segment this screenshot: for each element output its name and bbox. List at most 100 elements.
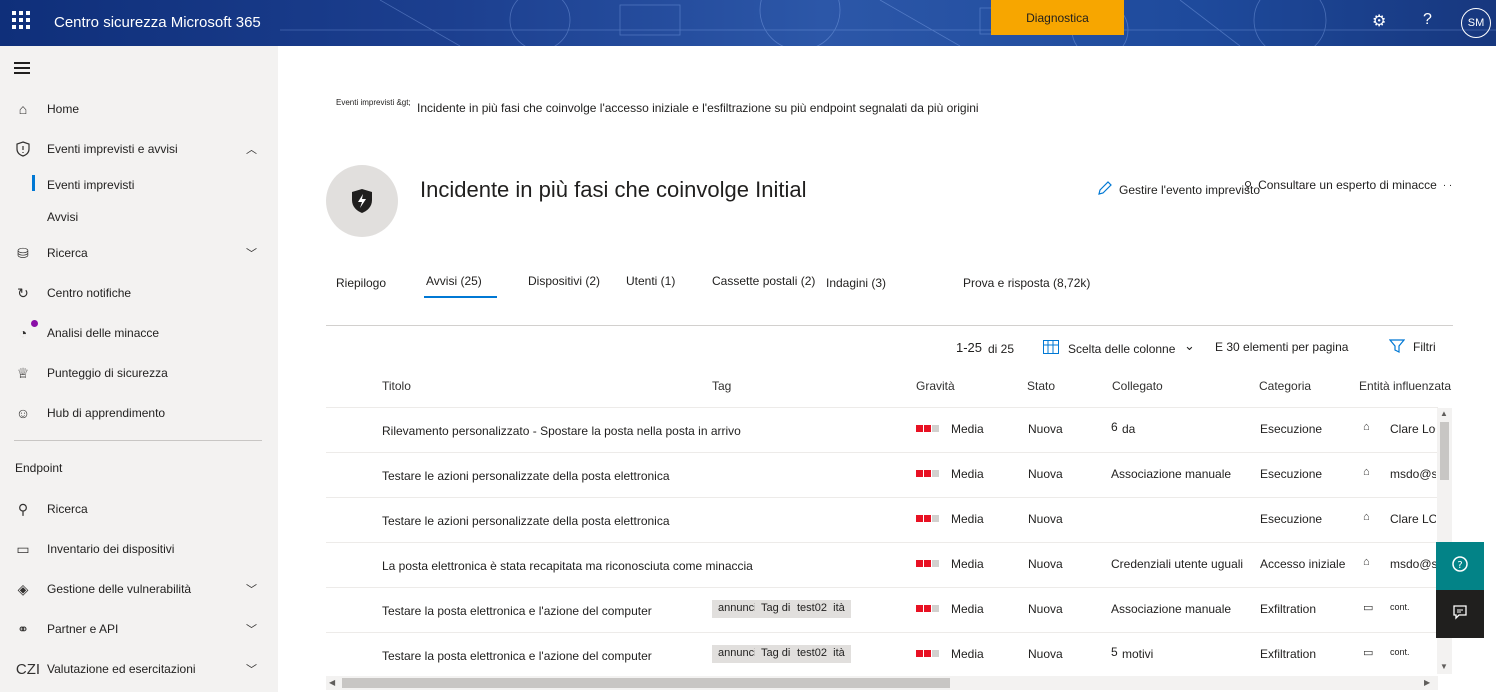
sidebar-item-incidents[interactable]: Eventi imprevisti [0,170,278,200]
incident-icon [326,165,398,237]
column-header-severity[interactable]: Gravità [916,379,955,393]
tab-evidence-response[interactable]: Prova e risposta (8,72k) [963,276,1090,290]
column-header-impacted-entity[interactable]: Entità influenzata [1359,379,1451,393]
sidebar-item-learning-hub[interactable]: ☺ Hub di apprendimento [0,398,278,428]
items-per-page-select[interactable]: E 30 elementi per pagina [1215,340,1348,354]
tab-active-underline [424,296,497,298]
column-header-linked[interactable]: Collegato [1112,379,1163,393]
sidebar-item-partners-api[interactable]: ⚭ Partner e API ﹀ [0,614,278,644]
tab-mailboxes[interactable]: Cassette postali (2) [712,274,815,288]
sidebar-item-alerts[interactable]: Avvisi [0,202,278,232]
sidebar-item-label: Eventi imprevisti [47,178,135,192]
diagnostics-button[interactable]: Diagnostica [991,0,1124,35]
help-icon[interactable]: ? [1423,11,1432,29]
manage-incident-button[interactable]: Gestire l'evento imprevisto [1097,180,1260,199]
mailbox-icon: ⌂ [1363,556,1370,568]
impacted-entity[interactable]: msdo@s [1390,467,1436,481]
tab-investigations[interactable]: Indagini (3) [826,276,886,290]
impacted-entity[interactable]: cont. [1390,647,1410,657]
app-launcher-icon[interactable] [12,11,30,29]
sidebar-item-home[interactable]: ⌂ Home [0,94,278,124]
alert-title[interactable]: Testare le azioni personalizzate della p… [382,514,670,528]
scroll-left-arrow-icon[interactable]: ◀ [329,678,335,687]
severity-indicator [916,470,939,477]
sidebar-item-endpoint-search[interactable]: ⚲ Ricerca [0,494,278,524]
more-icon[interactable]: · · [1443,180,1452,191]
sidebar-item-hunting[interactable]: ⛁ Ricerca ﹀ [0,238,278,268]
hunting-icon: ⛁ [17,244,29,261]
status-label: Nuova [1028,467,1063,481]
category-label: Esecuzione [1260,467,1323,481]
laptop-icon: ▭ [1363,647,1374,659]
choose-columns-icon[interactable] [1043,340,1059,357]
sidebar-item-action-center[interactable]: ↻ Centro notifiche [0,278,278,308]
sidebar-item-evaluation[interactable]: CZI Valutazione ed esercitazioni ﹀ [0,654,278,684]
sidebar-item-label: Valutazione ed esercitazioni [47,662,196,676]
laptop-icon: ▭ [16,540,30,557]
alert-title[interactable]: Testare le azioni personalizzate della p… [382,469,670,483]
sidebar-divider [14,440,262,441]
breadcrumb-parent[interactable]: Eventi imprevisti &gt; [336,98,411,107]
impacted-entity[interactable]: Clare LO' [1390,512,1436,526]
learning-hub-icon: ☺ [15,405,31,421]
hamburger-menu-icon[interactable] [14,62,30,77]
severity-indicator [916,425,939,432]
consult-expert-button[interactable]: ⚲ Consultare un esperto di minacce · · [1244,178,1452,192]
threat-analytics-icon: ◔ [18,325,28,341]
column-header-tags[interactable]: Tag [712,379,731,393]
user-avatar[interactable]: SM [1461,8,1491,38]
column-header-status[interactable]: Stato [1027,379,1055,393]
impacted-entity[interactable]: msdo@s [1390,557,1436,571]
filters-button[interactable]: Filtri [1413,340,1436,354]
sidebar-item-threat-analytics[interactable]: ◔ Analisi delle minacce [0,318,278,348]
status-label: Nuova [1028,602,1063,616]
chevron-down-icon[interactable]: ⌄ [1184,338,1195,354]
sidebar-item-label: Analisi delle minacce [47,326,160,340]
impacted-entity[interactable]: Clare Lo• [1390,422,1436,436]
tag-chip: test02 [791,645,833,663]
tab-alerts[interactable]: Avvisi (25) [426,274,482,288]
alert-title[interactable]: Rilevamento personalizzato - Spostare la… [382,424,741,438]
status-label: Nuova [1028,647,1063,661]
column-header-title[interactable]: Titolo [382,379,411,393]
evaluation-icon: CZI [15,660,41,678]
sidebar-item-secure-score[interactable]: ♕ Punteggio di sicurezza [0,358,278,388]
sidebar-item-label: Gestione delle vulnerabilità [47,582,192,596]
pagination-range: 1-25 [956,340,983,355]
floating-feedback-button[interactable] [1436,590,1484,638]
tab-summary[interactable]: Riepilogo [336,276,386,290]
sidebar-item-label: Ricerca [47,502,88,516]
alert-title[interactable]: La posta elettronica è stata recapitata … [382,559,753,573]
sidebar-item-device-inventory[interactable]: ▭ Inventario dei dispositivi [0,534,278,564]
status-label: Nuova [1028,422,1063,436]
search-icon: ⚲ [17,500,29,517]
settings-gear-icon[interactable]: ⚙ [1372,11,1386,31]
sidebar-item-label: Avvisi [47,210,79,224]
alert-title[interactable]: Testare la posta elettronica e l'azione … [382,604,652,618]
row-separator [326,587,1438,588]
severity-label: Media [951,422,984,436]
sidebar-item-incidents-alerts[interactable]: Eventi imprevisti e avvisi ︿ [0,134,278,164]
column-header-category[interactable]: Categoria [1259,379,1311,393]
sidebar-item-label: Eventi imprevisti e avvisi [47,142,178,156]
sidebar-item-label: Punteggio di sicurezza [47,366,168,380]
impacted-entity[interactable]: cont. [1390,602,1410,612]
alert-title[interactable]: Testare la posta elettronica e l'azione … [382,649,652,663]
chevron-down-icon: ﹀ [246,584,257,596]
vertical-scroll-thumb[interactable] [1440,422,1449,480]
sidebar-item-vulnerability-management[interactable]: ◈ Gestione delle vulnerabilità ﹀ [0,574,278,604]
scroll-down-arrow-icon[interactable]: ▼ [1440,662,1448,671]
sidebar-item-label: Partner e API [47,622,119,636]
choose-columns-button[interactable]: Scelta delle colonne [1068,342,1175,356]
app-title[interactable]: Centro sicurezza Microsoft 365 [54,14,261,31]
tab-devices[interactable]: Dispositivi (2) [528,274,600,288]
horizontal-scroll-thumb[interactable] [342,678,950,688]
filter-icon[interactable] [1388,338,1406,357]
tag-chip: test02 [791,600,833,618]
scroll-up-arrow-icon[interactable]: ▲ [1440,409,1448,418]
severity-indicator [916,650,939,657]
scroll-right-arrow-icon[interactable]: ▶ [1424,678,1430,687]
tab-users[interactable]: Utenti (1) [626,274,675,288]
floating-help-button[interactable]: ? [1436,542,1484,590]
linked-count: 6 [1111,420,1118,434]
